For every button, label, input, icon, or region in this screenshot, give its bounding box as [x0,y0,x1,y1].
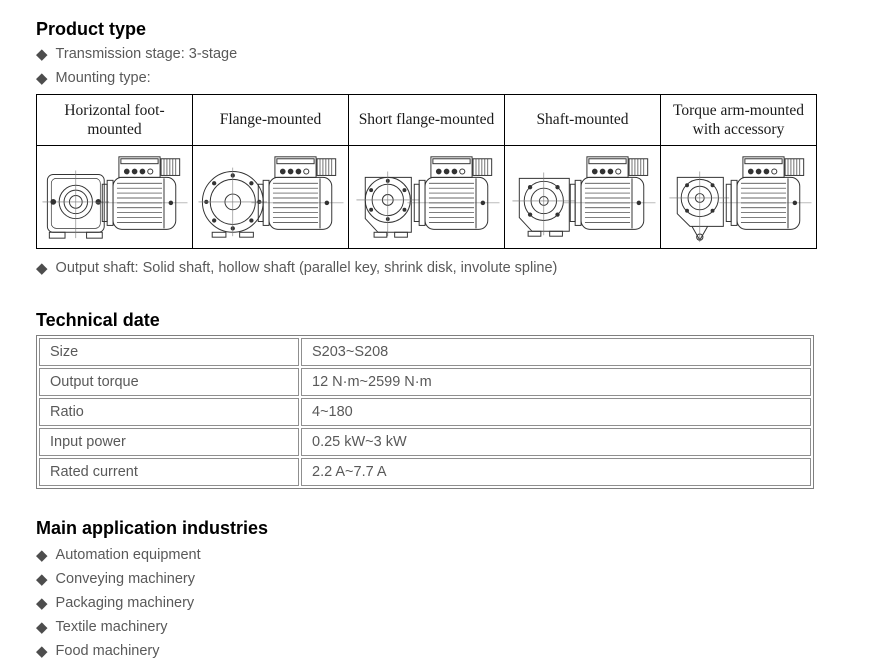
product-type-title: Product type [36,18,892,40]
mounting-header-torque-arm: Torque arm-mounted with accessory [661,95,817,146]
mounting-cell-torque-arm [661,146,817,249]
diamond-bullet-icon: ◆ [36,644,48,658]
gearmotor-torque-arm-mounted-drawing [664,148,814,246]
output-shaft-text: Output shaft: Solid shaft, hollow shaft … [56,260,558,276]
tech-row-output-torque-label: Output torque [39,368,299,396]
diamond-bullet-icon: ◆ [36,261,48,276]
gearmotor-shaft-mounted-drawing [508,148,658,246]
technical-data-section: Technical date Size S203~S208 Output tor… [36,309,892,489]
table-row: Size S203~S208 [39,338,811,366]
technical-data-title: Technical date [36,309,892,331]
mounting-header-short-flange: Short flange-mounted [349,95,505,146]
list-item: ◆ Food machinery [36,639,892,658]
diamond-bullet-icon: ◆ [36,548,48,563]
technical-data-table: Size S203~S208 Output torque 12 N·m~2599… [36,335,814,489]
application-packaging-text: Packaging machinery [56,595,195,611]
list-item: ◆ Textile machinery [36,615,892,639]
tech-row-size-value: S203~S208 [301,338,811,366]
mounting-cell-horizontal-foot [37,146,193,249]
tech-row-ratio-value: 4~180 [301,398,811,426]
application-textile-text: Textile machinery [56,619,168,635]
table-row: Output torque 12 N·m~2599 N·m [39,368,811,396]
mounting-type-table: Horizontal foot-mounted Flange-mounted S… [36,94,817,249]
mounting-table-image-row [37,146,817,249]
gearmotor-short-flange-mounted-drawing [352,148,502,246]
tech-row-output-torque-value: 12 N·m~2599 N·m [301,368,811,396]
mounting-cell-shaft [505,146,661,249]
tech-row-rated-current-label: Rated current [39,458,299,486]
table-row: Ratio 4~180 [39,398,811,426]
application-food-text: Food machinery [56,643,160,658]
mounting-table-header-row: Horizontal foot-mounted Flange-mounted S… [37,95,817,146]
applications-title: Main application industries [36,517,892,539]
mounting-header-horizontal-foot: Horizontal foot-mounted [37,95,193,146]
mounting-cell-flange [193,146,349,249]
gearmotor-horizontal-foot-mounted-drawing [40,148,190,246]
applications-section: Main application industries ◆ Automation… [36,517,892,658]
diamond-bullet-icon: ◆ [36,596,48,611]
product-type-section: Product type ◆ Transmission stage: 3-sta… [36,18,892,280]
tech-row-ratio-label: Ratio [39,398,299,426]
application-automation-text: Automation equipment [56,547,201,563]
product-spec-page: Product type ◆ Transmission stage: 3-sta… [0,0,892,658]
table-row: Input power 0.25 kW~3 kW [39,428,811,456]
tech-row-input-power-value: 0.25 kW~3 kW [301,428,811,456]
mounting-type-text: Mounting type: [56,70,151,86]
mounting-cell-short-flange [349,146,505,249]
tech-row-size-label: Size [39,338,299,366]
tech-row-rated-current-value: 2.2 A~7.7 A [301,458,811,486]
gearmotor-flange-mounted-drawing [196,148,346,246]
diamond-bullet-icon: ◆ [36,47,48,62]
mounting-header-shaft: Shaft-mounted [505,95,661,146]
output-shaft-bullet: ◆ Output shaft: Solid shaft, hollow shaf… [36,256,892,280]
transmission-stage-bullet: ◆ Transmission stage: 3-stage [36,42,892,66]
diamond-bullet-icon: ◆ [36,71,48,86]
list-item: ◆ Packaging machinery [36,591,892,615]
list-item: ◆ Conveying machinery [36,567,892,591]
mounting-header-flange: Flange-mounted [193,95,349,146]
mounting-type-bullet: ◆ Mounting type: [36,66,892,90]
diamond-bullet-icon: ◆ [36,572,48,587]
application-conveying-text: Conveying machinery [56,571,195,587]
tech-row-input-power-label: Input power [39,428,299,456]
list-item: ◆ Automation equipment [36,543,892,567]
table-row: Rated current 2.2 A~7.7 A [39,458,811,486]
diamond-bullet-icon: ◆ [36,620,48,635]
transmission-stage-text: Transmission stage: 3-stage [56,46,238,62]
